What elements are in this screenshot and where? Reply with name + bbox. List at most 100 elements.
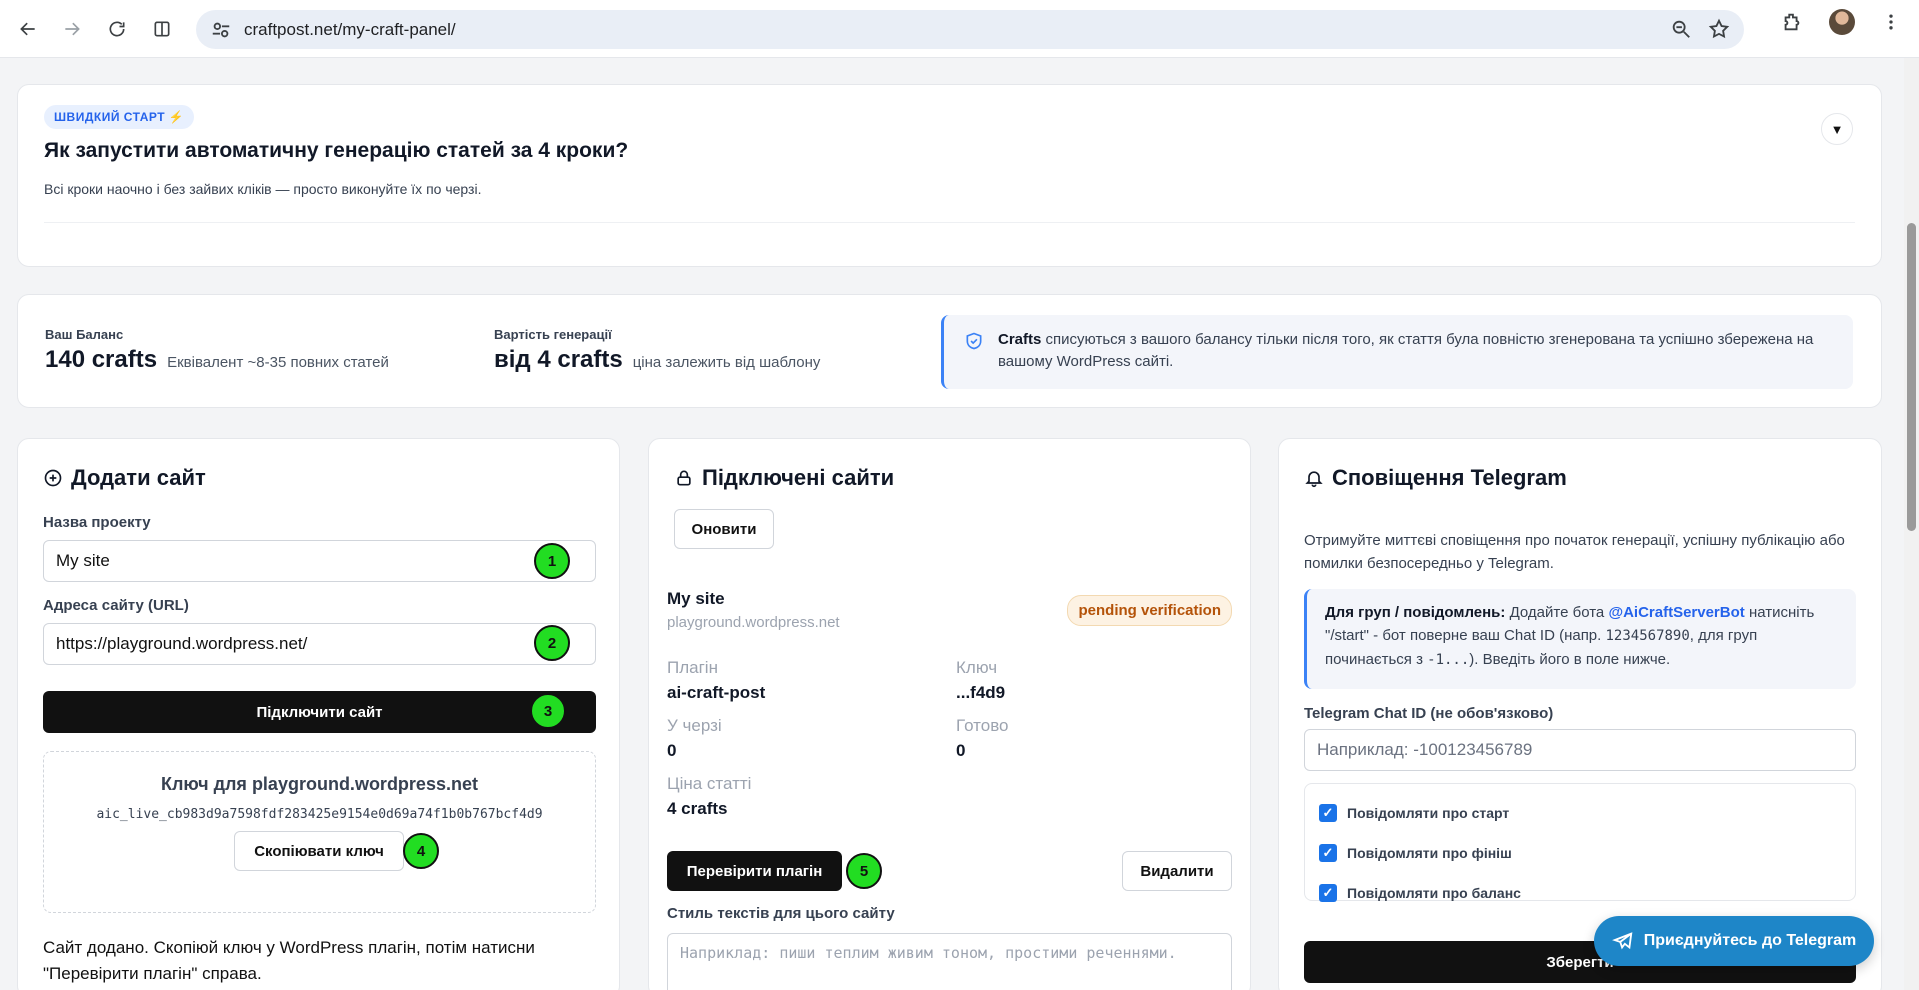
delete-site-button[interactable]: Видалити [1122,851,1232,891]
status-badge: pending verification [1067,595,1232,626]
telegram-plane-icon [1611,932,1633,950]
telegram-card: Сповіщення Telegram Отримуйте миттєві сп… [1278,438,1882,990]
api-key-value: aic_live_cb983d9a7598fdf283425e9154e0d69… [96,807,543,822]
connected-sites-card: Підключені сайти Оновити My site playgro… [648,438,1251,990]
scrollbar-thumb[interactable] [1907,223,1916,531]
tg-note-text1: Додайте бота [1509,604,1605,621]
add-site-card: Додати сайт Назва проекту My site 1 Адре… [17,438,620,990]
split-view-icon[interactable] [142,9,182,49]
balance-value: 140 crafts [45,346,158,373]
notify-start-label: Повідомляти про старт [1347,805,1510,821]
crafts-note-bold: Crafts [998,331,1042,348]
key-value: ...f4d9 [956,683,1006,702]
menu-dots-icon[interactable] [1881,12,1901,32]
telegram-instructions: Для груп / повідомлень: Додайте бота @Ai… [1304,589,1856,689]
tg-note-bold: Для груп / повідомлень: [1325,604,1506,621]
notify-balance-label: Повідомляти про баланс [1347,885,1521,901]
join-telegram-button[interactable]: Приєднуйтесь до Telegram [1594,916,1874,966]
queue-label: У черзі [667,716,722,735]
cost-label: Вартість генерації [494,327,612,342]
quickstart-title: Як запустити автоматичну генерацію стате… [44,139,629,162]
telegram-title: Сповіщення Telegram [1332,465,1567,490]
connect-site-button[interactable]: Підключити сайт [43,691,596,733]
crafts-info-note: Crafts списуються з вашого балансу тільк… [941,315,1853,389]
shield-check-icon [966,332,982,350]
notification-options: ✓ Повідомляти про старт ✓ Повідомляти пр… [1304,783,1856,902]
site-url-input[interactable]: https://playground.wordpress.net/ [43,623,596,665]
quickstart-subtitle: Всі кроки наочно і без зайвих кліків — п… [44,181,482,197]
quickstart-badge: ШВИДКИЙ СТАРТ ⚡ [44,105,195,129]
checkbox-checked-icon[interactable]: ✓ [1319,844,1337,862]
balance-card: Ваш Баланс 140 crafts Еквівалент ~8-35 п… [17,294,1882,408]
add-site-heading: Додати сайт [43,465,206,491]
extensions-icon[interactable] [1781,11,1803,33]
queue-value: 0 [667,741,677,760]
step-marker-5: 5 [846,853,882,889]
tg-note-code1: 1234567890 [1605,628,1690,644]
add-site-title: Додати сайт [71,465,206,490]
bookmark-star-icon[interactable] [1708,18,1730,40]
telegram-description: Отримуйте миттєві сповіщення про початок… [1304,532,1845,572]
site-settings-icon[interactable] [210,19,232,41]
done-label: Готово [956,716,1009,735]
cost-note: ціна залежить від шаблону [632,354,821,371]
step-marker-1: 1 [534,543,570,579]
project-name-input[interactable]: My site [43,540,596,582]
verify-plugin-button[interactable]: Перевірити плагін [667,851,842,891]
site-added-message: Сайт додано. Скопіюй ключ у WordPress пл… [43,938,535,983]
connected-sites-heading: Підключені сайти [674,465,894,491]
crafts-note-text: списуються з вашого балансу тільки після… [998,331,1814,370]
step-marker-4: 4 [403,833,439,869]
page-scrollbar[interactable] [1904,58,1919,990]
refresh-button[interactable]: Оновити [674,509,774,549]
plugin-label: Плагін [667,658,718,677]
site-name: My site [667,589,725,608]
done-value: 0 [956,741,966,760]
notify-balance-option[interactable]: ✓ Повідомляти про баланс [1319,884,1521,902]
forward-icon[interactable] [52,9,92,49]
site-domain: playground.wordpress.net [667,614,840,631]
cost-value: від 4 crafts [494,346,623,373]
address-bar[interactable]: craftpost.net/my-craft-panel/ [196,10,1744,49]
tg-note-text4: ). Введіть його в поле нижче. [1469,651,1671,668]
price-label: Ціна статті [667,774,752,793]
browser-toolbar: craftpost.net/my-craft-panel/ [0,0,1919,58]
back-icon[interactable] [8,9,48,49]
api-key-title: Ключ для playground.wordpress.net [161,774,478,794]
reload-icon[interactable] [97,9,137,49]
step-marker-3: 3 [530,693,566,729]
zoom-icon[interactable] [1670,18,1692,40]
collapse-toggle-button[interactable]: ▼ [1821,113,1853,145]
plus-circle-icon [44,469,62,487]
quickstart-card: ШВИДКИЙ СТАРТ ⚡ Як запустити автоматичну… [17,84,1882,267]
text-style-textarea[interactable]: Наприклад: пиши теплим живим тоном, прос… [667,933,1232,990]
balance-block: Ваш Баланс 140 crafts Еквівалент ~8-35 п… [45,327,389,374]
project-name-label: Назва проекту [43,514,151,531]
cost-block: Вартість генерації від 4 crafts ціна зал… [494,327,820,374]
chat-id-input[interactable]: Наприклад: -100123456789 [1304,729,1856,771]
join-telegram-label: Приєднуйтесь до Telegram [1643,932,1857,949]
checkbox-checked-icon[interactable]: ✓ [1319,884,1337,902]
balance-label: Ваш Баланс [45,327,124,342]
bell-icon [1305,471,1323,488]
notify-start-option[interactable]: ✓ Повідомляти про старт [1319,804,1509,822]
bot-link[interactable]: @AiCraftServerBot [1608,604,1744,621]
key-label: Ключ [956,658,998,677]
text-style-label: Стиль текстів для цього сайту [667,905,895,922]
chat-id-label: Telegram Chat ID (не обов'язково) [1304,705,1554,722]
balance-equivalent: Еквівалент ~8-35 повних статей [167,354,389,371]
copy-key-button[interactable]: Скопіювати ключ [234,831,404,871]
price-value: 4 crafts [667,799,728,818]
url-text: craftpost.net/my-craft-panel/ [244,19,456,39]
lock-icon [677,470,691,486]
profile-avatar[interactable] [1829,9,1855,35]
plugin-value: ai-craft-post [667,683,766,702]
telegram-heading: Сповіщення Telegram [1304,465,1567,491]
notify-finish-label: Повідомляти про фініш [1347,845,1512,861]
tg-note-code2: -1... [1427,652,1470,668]
checkbox-checked-icon[interactable]: ✓ [1319,804,1337,822]
notify-finish-option[interactable]: ✓ Повідомляти про фініш [1319,844,1512,862]
site-url-label: Адреса сайту (URL) [43,597,189,614]
connected-sites-title: Підключені сайти [702,465,895,490]
step-marker-2: 2 [534,625,570,661]
